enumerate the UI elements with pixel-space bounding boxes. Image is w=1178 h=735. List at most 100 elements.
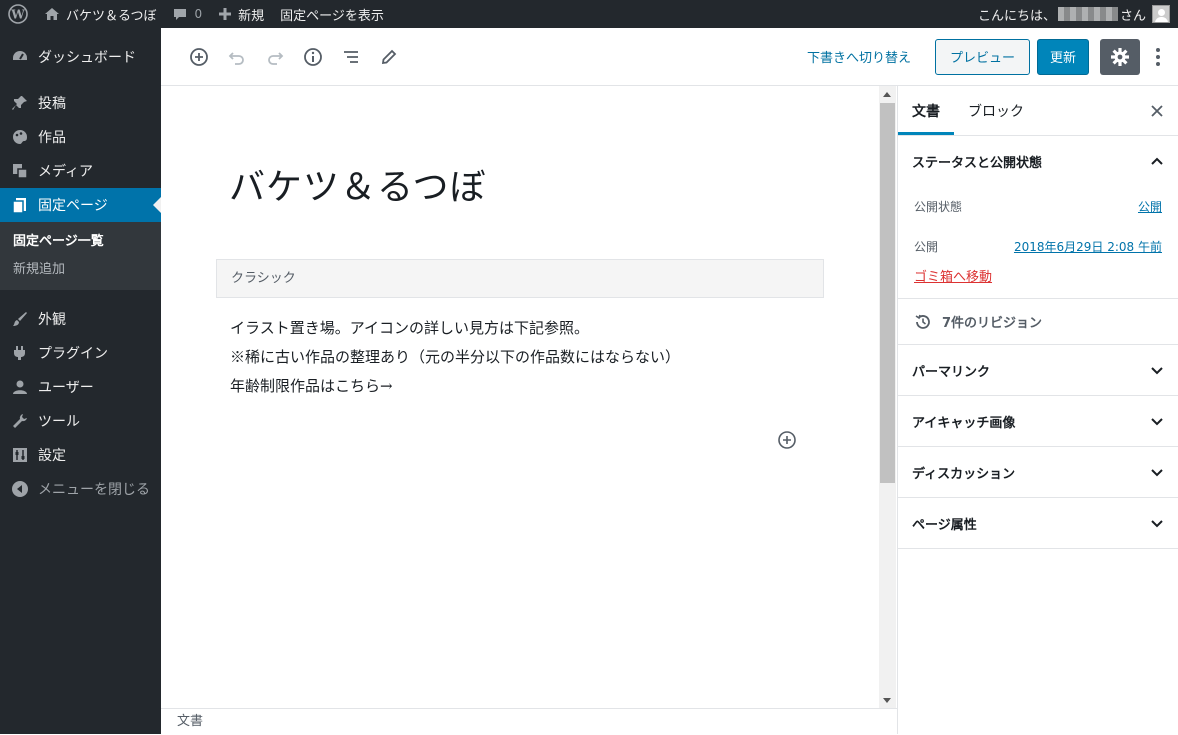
visibility-row: 公開状態 公開	[898, 186, 1178, 226]
pencil-icon	[381, 49, 397, 64]
submenu-all-pages[interactable]: 固定ページ一覧	[0, 228, 161, 256]
collapse-arrow-icon	[10, 479, 30, 499]
publish-date-toggle[interactable]: 2018年6月29日 2:08 午前	[1014, 238, 1162, 255]
update-button[interactable]: 更新	[1036, 38, 1089, 75]
home-icon	[44, 6, 60, 22]
preview-button[interactable]: プレビュー	[934, 38, 1030, 75]
content-info-button[interactable]	[295, 39, 331, 75]
scroll-down-arrow-icon[interactable]	[883, 698, 891, 703]
tab-document[interactable]: 文書	[898, 86, 954, 135]
info-icon	[304, 47, 322, 66]
revisions-label: 7件のリビジョン	[942, 316, 1043, 331]
avatar[interactable]	[1152, 5, 1170, 23]
edit-mode-button[interactable]	[371, 39, 407, 75]
comments-link[interactable]: 0	[164, 0, 210, 28]
undo-button[interactable]	[219, 39, 255, 75]
permalink-panel: パーマリンク	[898, 345, 1178, 396]
post-title[interactable]: バケツ＆るつぼ	[229, 158, 487, 210]
menu-plugins-label: プラグイン	[38, 346, 108, 362]
add-block-icon	[190, 47, 208, 66]
settings-toggle-button[interactable]	[1100, 38, 1140, 75]
more-menu-button[interactable]	[1146, 39, 1170, 75]
tab-block[interactable]: ブロック	[954, 86, 1038, 135]
menu-media-label: メディア	[38, 164, 94, 180]
chevron-up-icon	[1151, 157, 1163, 165]
blurred-username	[1057, 7, 1118, 21]
admin-sidebar: ダッシュボード 投稿 作品 メディア 固定ページ 固定ページ一覧 新規追加 外観…	[0, 28, 161, 734]
visibility-toggle[interactable]: 公開	[1138, 198, 1162, 215]
status-panel-toggle[interactable]: ステータスと公開状態	[898, 136, 1178, 186]
menu-pages-label: 固定ページ	[38, 198, 108, 214]
status-visibility-panel: ステータスと公開状態 公開状態 公開 公開 2018年6月29日 2:08 午前…	[898, 136, 1178, 299]
page-attributes-panel-toggle[interactable]: ページ属性	[898, 498, 1178, 548]
close-icon	[1151, 105, 1163, 117]
block-breadcrumb[interactable]: 文書	[161, 708, 897, 734]
new-label: 新規	[238, 8, 265, 24]
palette-icon	[10, 127, 30, 147]
menu-tools-label: ツール	[38, 414, 80, 430]
brush-icon	[10, 309, 30, 329]
menu-users[interactable]: ユーザー	[0, 370, 161, 404]
menu-posts[interactable]: 投稿	[0, 86, 161, 120]
menu-appearance-label: 外観	[38, 312, 66, 328]
header-toolbar	[161, 39, 407, 75]
panel-title: ディスカッション	[912, 466, 1016, 482]
page-attributes-panel: ページ属性	[898, 498, 1178, 549]
menu-tools[interactable]: ツール	[0, 404, 161, 438]
menu-settings[interactable]: 設定	[0, 438, 161, 472]
comments-count: 0	[194, 7, 203, 21]
new-content-link[interactable]: 新規	[210, 0, 272, 28]
permalink-panel-toggle[interactable]: パーマリンク	[898, 345, 1178, 395]
discussion-panel: ディスカッション	[898, 447, 1178, 498]
collapse-menu-button[interactable]: メニューを閉じる	[0, 472, 161, 506]
scroll-up-arrow-icon[interactable]	[883, 92, 891, 97]
publish-row: 公開 2018年6月29日 2:08 午前	[898, 226, 1178, 266]
site-name-link[interactable]: バケツ＆るつぼ	[36, 0, 164, 28]
move-to-trash-button[interactable]: ゴミ箱へ移動	[898, 266, 1178, 298]
menu-dashboard[interactable]: ダッシュボード	[0, 40, 161, 74]
my-account[interactable]: こんにちは、 さん	[978, 0, 1178, 28]
editor-content: バケツ＆るつぼ クラシック イラスト置き場。アイコンの詳しい見方は下記参照。 ※…	[161, 86, 881, 708]
block-navigation-button[interactable]	[333, 39, 369, 75]
content-line: 年齢制限作品はこちら→	[230, 377, 393, 395]
menu-appearance[interactable]: 外観	[0, 302, 161, 336]
visibility-label: 公開状態	[914, 199, 963, 214]
featured-image-panel-toggle[interactable]: アイキャッチ画像	[898, 396, 1178, 446]
menu-works[interactable]: 作品	[0, 120, 161, 154]
pin-icon	[10, 93, 30, 113]
close-settings-button[interactable]	[1146, 100, 1168, 122]
svg-text:W: W	[10, 8, 25, 22]
menu-settings-label: 設定	[38, 448, 66, 464]
status-panel-title: ステータスと公開状態	[912, 155, 1043, 171]
featured-image-panel: アイキャッチ画像	[898, 396, 1178, 447]
view-page-link[interactable]: 固定ページを表示	[272, 0, 392, 28]
classic-block-toolbar[interactable]: クラシック	[216, 259, 824, 298]
panel-title: パーマリンク	[912, 364, 991, 380]
history-icon	[915, 314, 930, 329]
redo-icon	[268, 51, 284, 65]
plugin-icon	[10, 343, 30, 363]
dashboard-icon	[10, 47, 30, 67]
greeting: こんにちは、	[977, 8, 1056, 24]
menu-pages[interactable]: 固定ページ	[0, 188, 161, 222]
menu-media[interactable]: メディア	[0, 154, 161, 188]
list-outline-icon	[344, 50, 358, 63]
switch-to-draft-button[interactable]: 下書きへ切り替え	[807, 47, 911, 66]
add-block-icon	[778, 431, 796, 449]
settings-tabs: 文書 ブロック	[898, 86, 1178, 136]
add-block-button[interactable]	[181, 39, 217, 75]
discussion-panel-toggle[interactable]: ディスカッション	[898, 447, 1178, 497]
content-scrollbar[interactable]	[879, 86, 896, 708]
scroll-thumb[interactable]	[880, 103, 895, 483]
user-icon	[10, 377, 30, 397]
editor-header: 下書きへ切り替え プレビュー 更新	[161, 28, 1178, 86]
revisions-link[interactable]: 7件のリビジョン	[898, 299, 1178, 345]
wordpress-logo-icon[interactable]: W	[0, 0, 36, 28]
menu-plugins[interactable]: プラグイン	[0, 336, 161, 370]
content-line: イラスト置き場。アイコンの詳しい見方は下記参照。	[230, 319, 589, 337]
inline-inserter-button[interactable]	[776, 429, 798, 455]
submenu-add-new[interactable]: 新規追加	[0, 256, 161, 284]
redo-button[interactable]	[257, 39, 293, 75]
panel-title: ページ属性	[912, 517, 977, 533]
classic-block-content[interactable]: イラスト置き場。アイコンの詳しい見方は下記参照。 ※稀に古い作品の整理あり（元の…	[230, 314, 680, 401]
